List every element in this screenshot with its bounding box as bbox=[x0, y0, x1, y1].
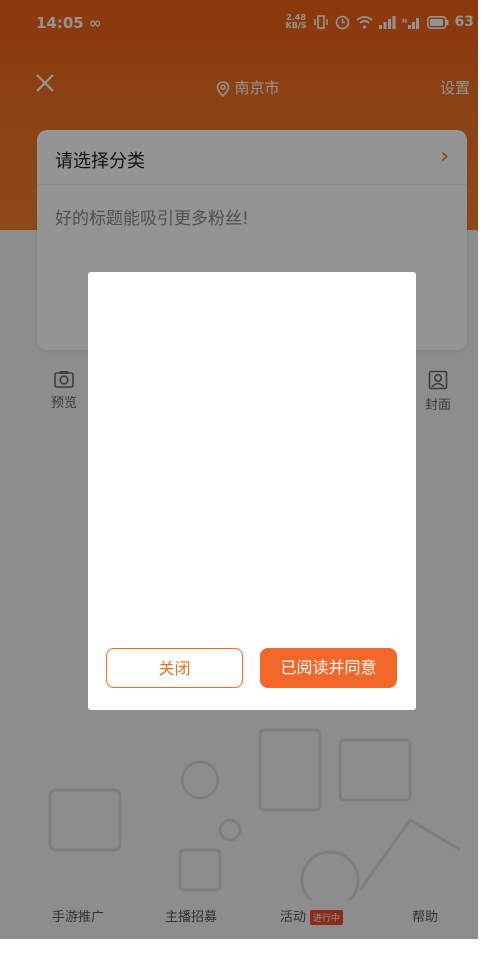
screen: 14:05 ∞ 2.48 KB/S H 63 南京市 设置 请选择分类 › 好的… bbox=[0, 0, 496, 955]
dialog-agree-button[interactable]: 已阅读并同意 bbox=[260, 648, 397, 688]
agreement-dialog: 关闭 已阅读并同意 bbox=[88, 272, 416, 710]
screen-frame-bottom bbox=[0, 939, 496, 955]
dialog-close-button[interactable]: 关闭 bbox=[106, 648, 243, 688]
screen-frame-right bbox=[478, 0, 496, 955]
